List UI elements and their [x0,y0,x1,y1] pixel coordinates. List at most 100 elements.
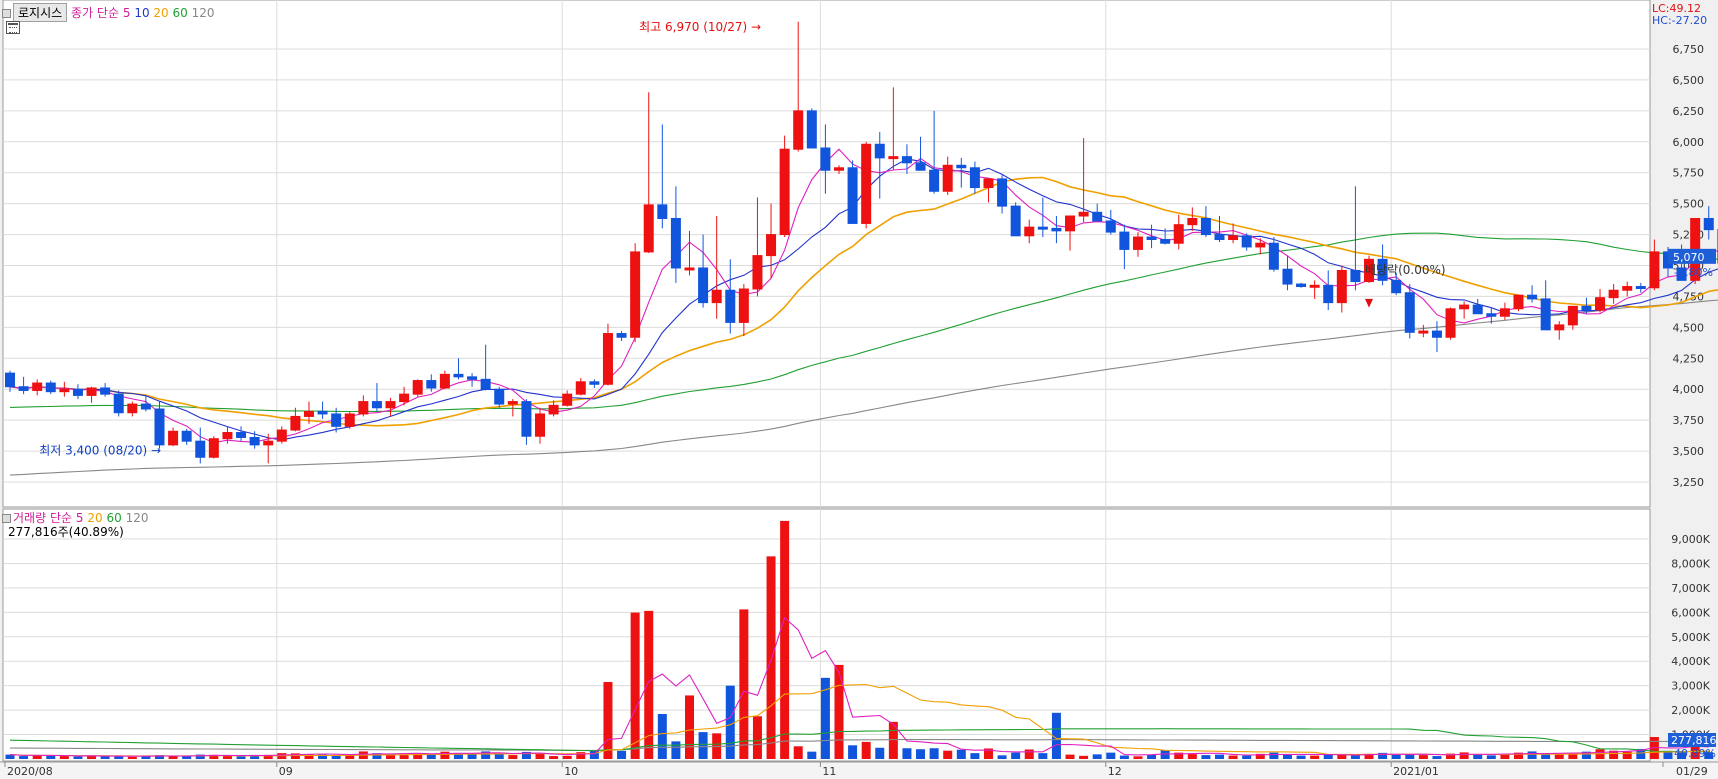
volume-bar[interactable] [1432,756,1442,759]
candle-body [657,204,668,219]
volume-bar[interactable] [1201,755,1211,759]
volume-bar[interactable] [413,753,423,759]
volume-bar[interactable] [1187,754,1197,759]
volume-bar[interactable] [1554,754,1564,759]
volume-bar[interactable] [956,749,966,759]
volume-bar[interactable] [752,716,762,759]
candle[interactable] [1703,206,1714,240]
volume-bar[interactable] [1269,752,1279,759]
volume-bar[interactable] [508,755,518,759]
volume-bar[interactable] [685,695,694,759]
candle-body [1268,242,1279,270]
volume-bar[interactable] [834,664,844,759]
volume-bar[interactable] [1038,753,1048,759]
volume-bar[interactable] [1228,755,1238,759]
candle[interactable] [1010,202,1021,237]
volume-bar[interactable] [440,751,450,759]
volume-bar[interactable] [1133,756,1143,759]
volume-bar[interactable] [127,756,137,759]
candle-body [236,432,247,438]
volume-bar[interactable] [943,750,953,759]
volume-bar[interactable] [1011,752,1021,759]
candle[interactable] [208,436,219,459]
volume-bar[interactable] [100,756,110,759]
volume-bar[interactable] [861,741,871,759]
volume-bar[interactable] [617,750,627,759]
volume-bar[interactable] [1405,754,1415,759]
volume-bar[interactable] [1024,749,1034,759]
volume-bar[interactable] [1350,755,1360,759]
volume-bar[interactable] [807,751,817,759]
volume-bar[interactable] [1065,754,1075,759]
volume-bar[interactable] [725,685,735,759]
volume-bar[interactable] [1242,755,1252,759]
stock-name-box[interactable]: 로지시스 [13,3,68,22]
volume-bar[interactable] [1459,752,1469,759]
candle[interactable] [412,379,423,397]
candle[interactable] [1296,282,1307,288]
volume-bar[interactable] [250,756,260,759]
volume-bar[interactable] [467,754,477,759]
volume-bar[interactable] [1310,755,1320,759]
volume-bar[interactable] [73,756,83,759]
calendar-icon[interactable] [6,21,20,34]
volume-bar[interactable] [182,756,192,759]
volume-bar[interactable] [1500,754,1510,759]
volume-bar[interactable] [1391,754,1401,759]
volume-bar[interactable] [630,612,640,759]
candle[interactable] [806,108,817,149]
volume-bar[interactable] [1079,755,1089,759]
volume-bar[interactable] [1296,755,1306,759]
volume-bar[interactable] [970,753,980,759]
stock-chart[interactable]: 3,2503,5003,7504,0004,2504,5004,7505,000… [0,0,1718,779]
volume-bar[interactable] [657,714,667,759]
volume-bar[interactable] [997,755,1007,759]
volume-bar[interactable] [46,755,56,759]
legend-ma120: 120 [191,6,215,20]
volume-bar[interactable] [848,745,858,759]
volume-bar[interactable] [929,748,939,759]
volume-bar[interactable] [549,756,559,759]
volume-bar[interactable] [766,556,776,759]
candle-body [344,413,355,427]
candle[interactable] [1404,284,1415,339]
volume-bar[interactable] [780,520,790,759]
volume-bar[interactable] [671,741,681,759]
candle[interactable] [45,380,56,395]
volume-bar[interactable] [1486,755,1496,759]
volume-bar[interactable] [1527,751,1537,759]
volume-bar[interactable] [1106,752,1116,759]
candle[interactable] [1445,307,1456,340]
volume-bar[interactable] [562,755,572,759]
volume-bar[interactable] [236,756,246,759]
candle[interactable] [113,390,124,417]
volume-bar[interactable] [793,746,803,759]
candle[interactable] [1513,294,1524,312]
candle-body [1649,251,1660,289]
volume-bar[interactable] [59,756,69,759]
volume-bar[interactable] [739,609,749,759]
volume-bar[interactable] [902,748,912,759]
collapse-square-icon[interactable] [2,9,11,18]
volume-bar[interactable] [331,755,341,759]
candle[interactable] [1649,239,1660,291]
volume-bar[interactable] [1418,755,1428,759]
volume-bar[interactable] [916,749,926,759]
candle[interactable] [344,411,355,429]
candle[interactable] [154,401,165,449]
candle[interactable] [630,243,641,343]
volume-bar[interactable] [1092,754,1102,759]
volume-bar[interactable] [698,732,708,759]
candle[interactable] [861,141,872,229]
volume-bar[interactable] [1119,755,1129,759]
volume-bar[interactable] [535,753,545,759]
candle[interactable] [779,135,790,238]
volume-bar[interactable] [1215,754,1225,759]
volume-bar[interactable] [603,682,613,759]
volume-collapse-square-icon[interactable] [2,514,11,523]
volume-bar[interactable] [875,747,885,759]
candle-body [779,148,790,236]
candle-body [616,333,627,338]
volume-bar[interactable] [19,756,29,759]
candle[interactable] [847,160,858,224]
